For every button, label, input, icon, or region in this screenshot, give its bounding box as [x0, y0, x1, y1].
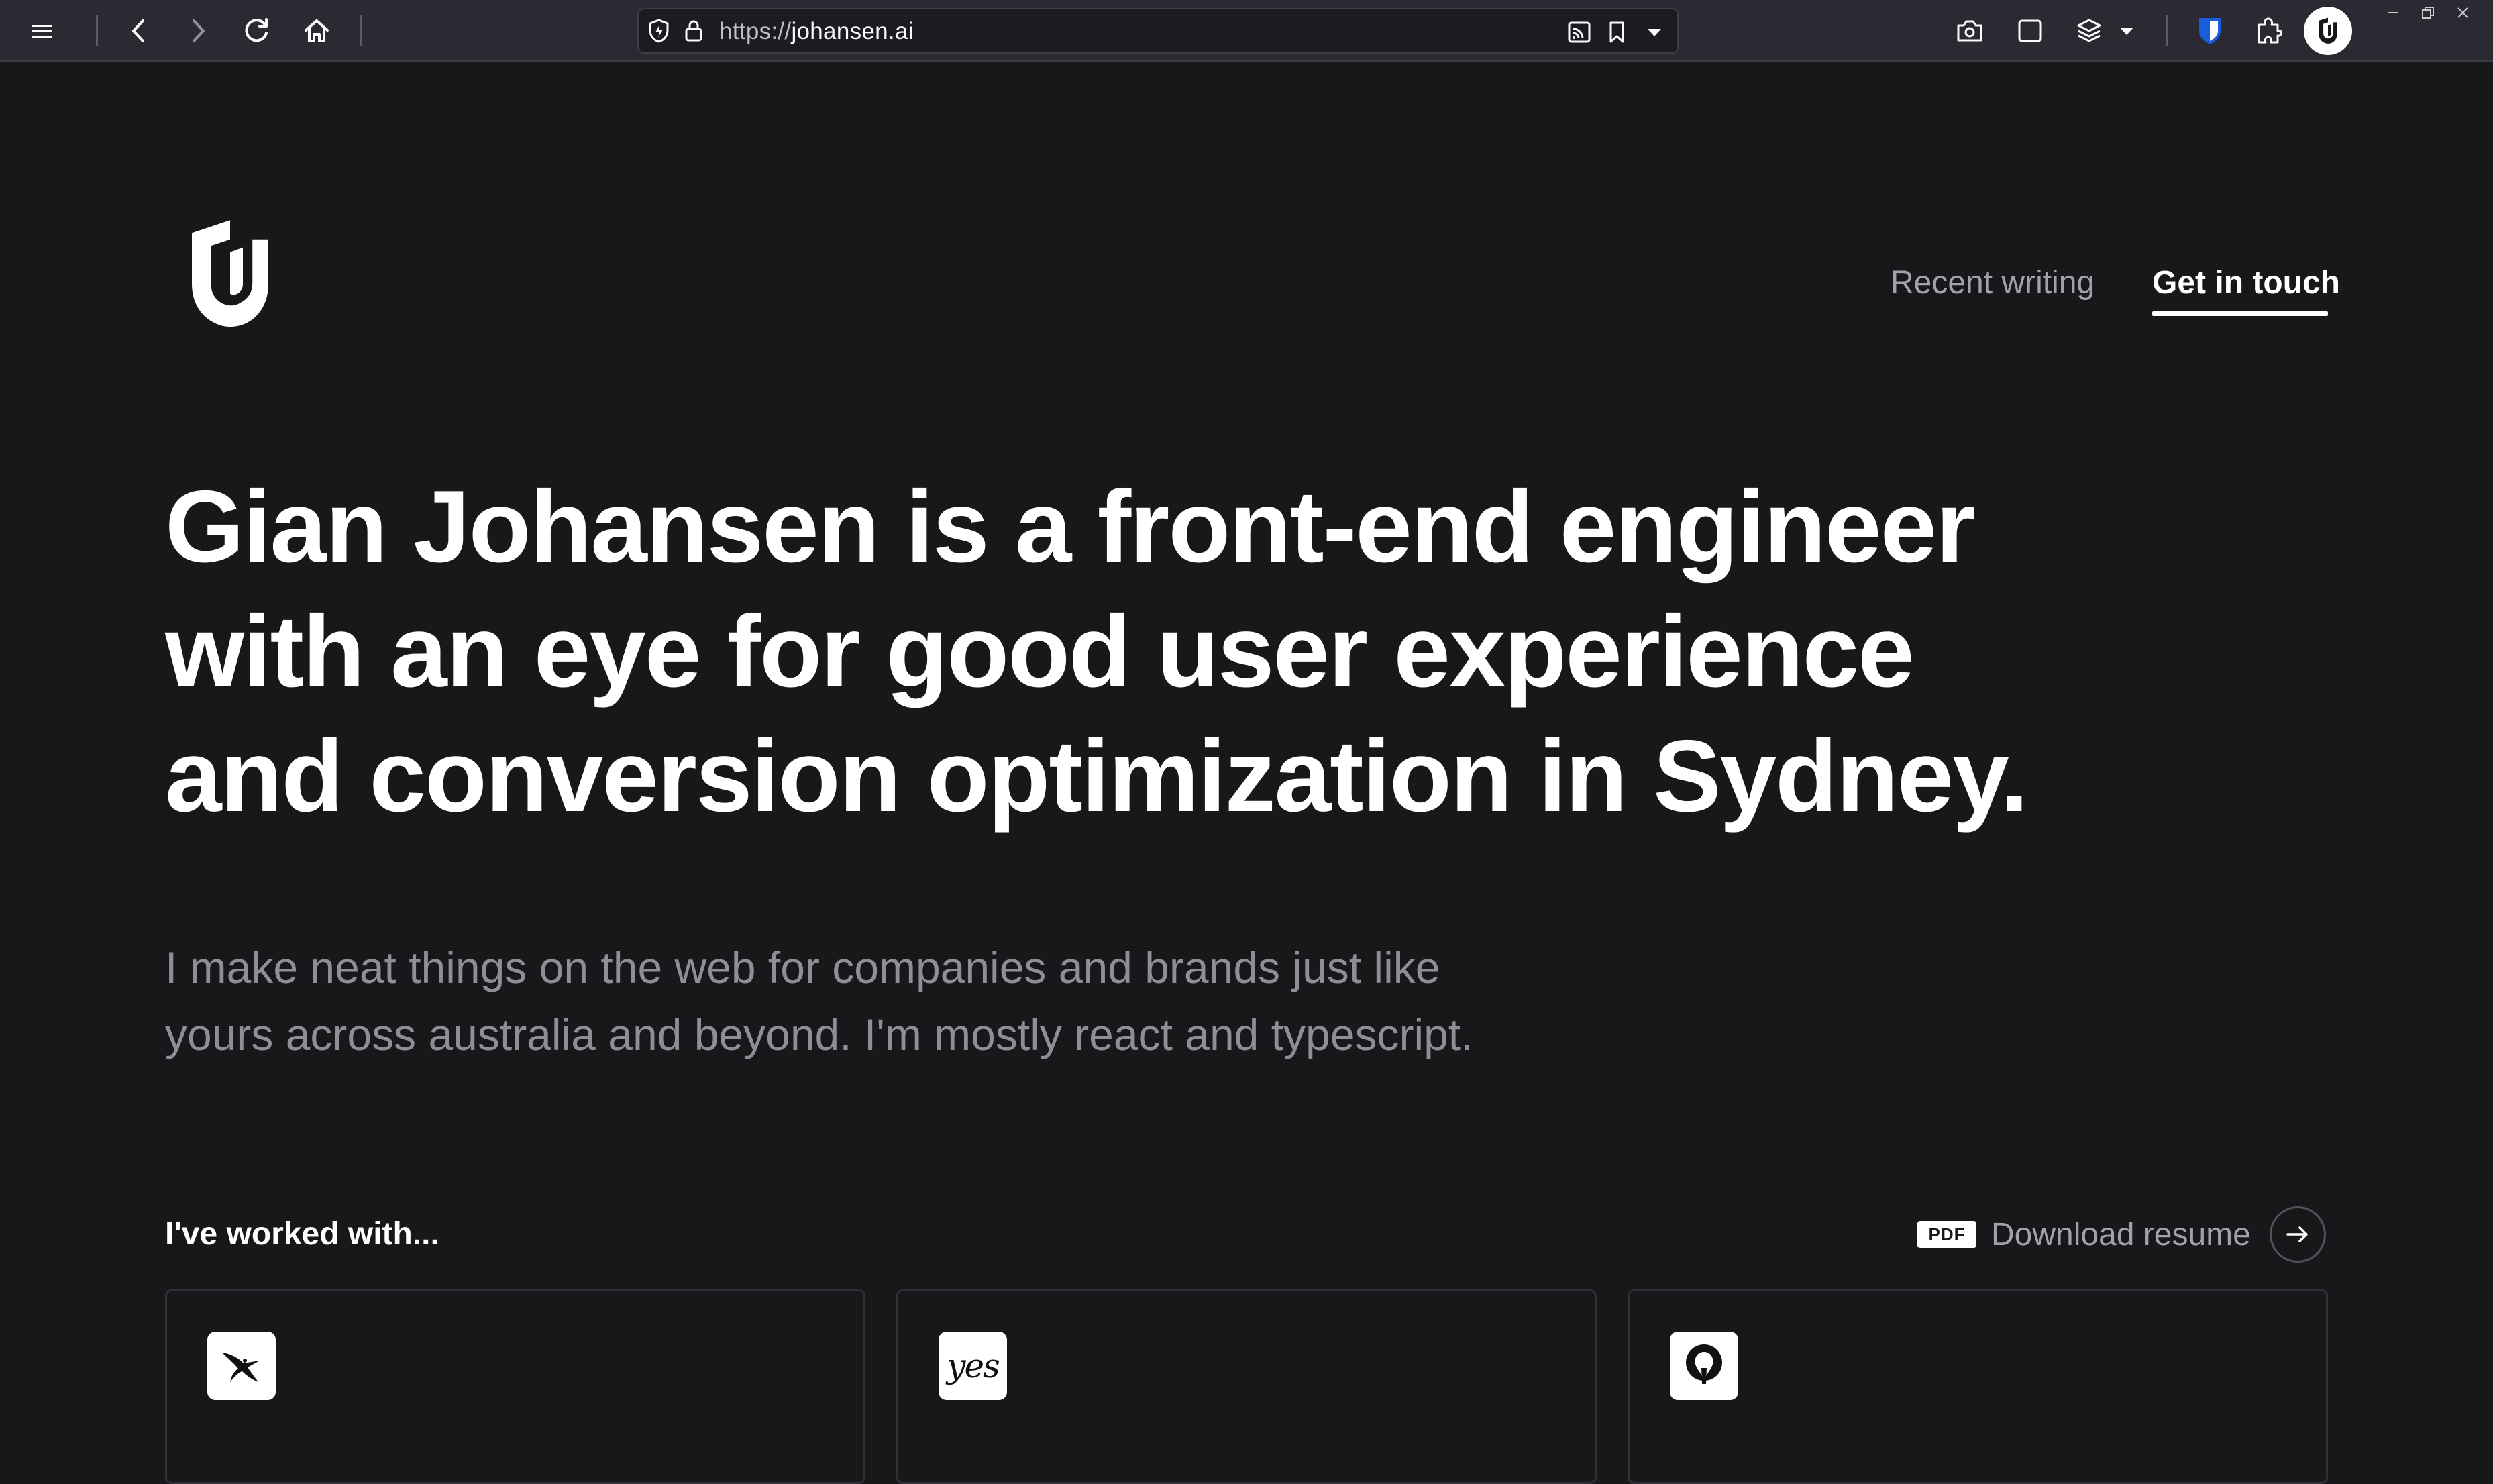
restore-icon[interactable]	[2421, 5, 2439, 24]
pdf-badge: PDF	[1917, 1221, 1976, 1248]
site-logo-icon[interactable]	[181, 211, 279, 341]
lock-icon[interactable]	[682, 17, 706, 44]
sidebar-icon[interactable]	[2014, 16, 2046, 46]
reader-view-icon[interactable]	[1566, 19, 1593, 46]
description-line: I make neat things on the web for compan…	[165, 943, 1440, 992]
chevron-down-icon[interactable]	[1641, 19, 1668, 46]
arrow-right-icon[interactable]	[2269, 1206, 2326, 1263]
yes-logo-text: yes	[947, 1346, 1000, 1385]
hamburger-menu-icon[interactable]	[27, 17, 56, 44]
bitwarden-shield-icon[interactable]	[2195, 15, 2225, 47]
nav-get-in-touch[interactable]: Get in touch	[2152, 263, 2340, 303]
client-card-yes[interactable]: yes	[896, 1289, 1597, 1484]
tracking-protection-icon[interactable]	[645, 17, 672, 44]
hero-headline: Gian Johansen is a front-end engineer wi…	[165, 464, 2111, 839]
minimize-icon[interactable]	[2386, 5, 2404, 24]
forward-arrow-icon[interactable]	[184, 16, 213, 46]
url-text[interactable]: https://johansen.ai	[719, 18, 914, 45]
url-host: johansen.ai	[791, 18, 914, 44]
headline-line: with an eye for good user experience	[165, 594, 1915, 708]
camera-icon[interactable]	[1954, 16, 1986, 46]
hero-description: I make neat things on the web for compan…	[165, 934, 1708, 1068]
qantas-kangaroo-logo-icon	[207, 1332, 276, 1400]
layers-icon[interactable]	[2073, 15, 2105, 47]
nav-recent-writing[interactable]: Recent writing	[1891, 263, 2094, 303]
back-arrow-icon[interactable]	[123, 16, 153, 46]
browser-toolbar: https://johansen.ai	[0, 0, 2493, 62]
url-scheme: https://	[719, 18, 792, 44]
client-card-balloon[interactable]	[1628, 1289, 2328, 1484]
johansen-logo-icon[interactable]	[2304, 7, 2352, 55]
download-resume-link[interactable]: PDF Download resume	[1917, 1204, 2326, 1265]
nav-active-underline	[2152, 311, 2328, 316]
worked-with-heading: I've worked with...	[165, 1216, 439, 1252]
reload-icon[interactable]	[240, 15, 272, 47]
puzzle-piece-icon[interactable]	[2253, 15, 2285, 47]
toolbar-separator	[2166, 15, 2168, 46]
client-card-qantas[interactable]	[165, 1289, 865, 1484]
hot-air-balloon-logo-icon	[1670, 1332, 1738, 1400]
home-icon[interactable]	[301, 15, 333, 47]
yes-logo-icon: yes	[939, 1332, 1007, 1400]
url-bar[interactable]: https://johansen.ai	[637, 8, 1679, 54]
description-line: yours across australia and beyond. I'm m…	[165, 1010, 1473, 1059]
page-content: Recent writing Get in touch Gian Johanse…	[0, 62, 2493, 1484]
bookmark-icon[interactable]	[1605, 19, 1629, 46]
toolbar-separator	[360, 15, 362, 46]
headline-line: Gian Johansen is a front-end engineer	[165, 470, 1975, 584]
headline-line: and conversion optimization in Sydney.	[165, 719, 2029, 833]
chevron-down-icon[interactable]	[2116, 20, 2137, 42]
download-resume-label[interactable]: Download resume	[1991, 1216, 2251, 1253]
close-icon[interactable]	[2455, 5, 2474, 24]
toolbar-separator	[96, 15, 98, 46]
